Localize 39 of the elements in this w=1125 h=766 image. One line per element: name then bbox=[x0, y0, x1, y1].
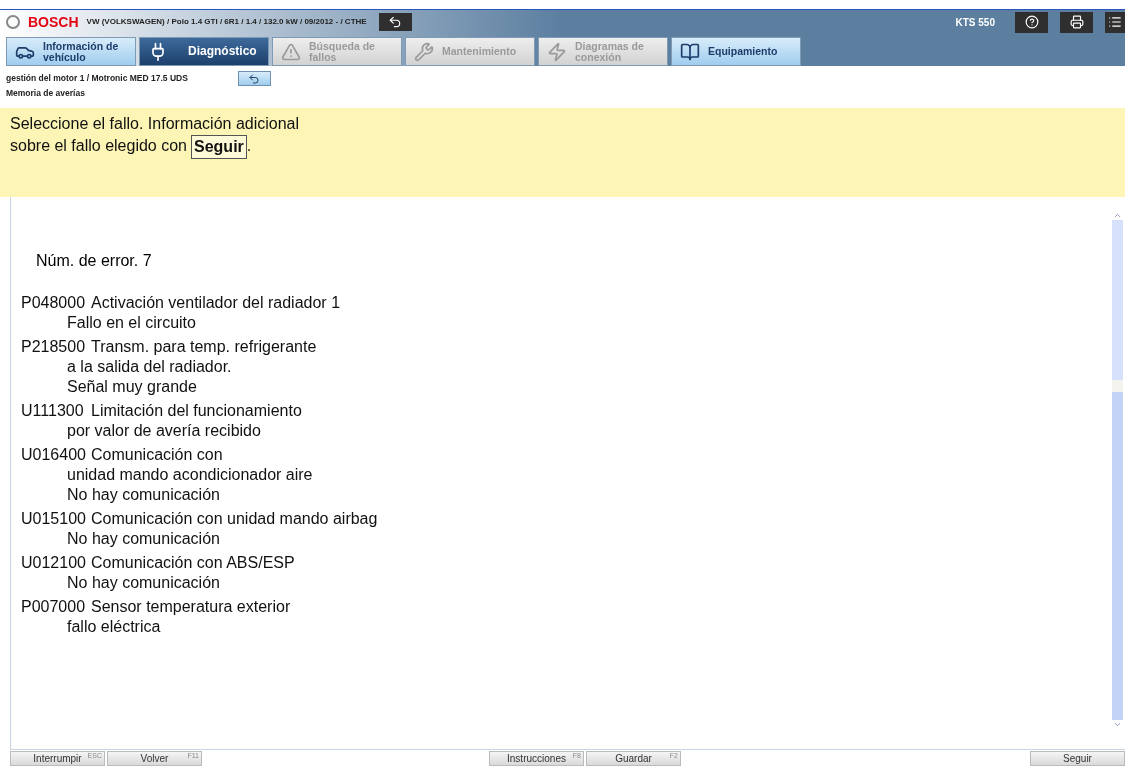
vehicle-title: VW (VOLKSWAGEN) / Polo 1.4 GTI / 6R1 / 1.4 / 132.0 kW / 09/2012 - / CTHE bbox=[86, 16, 367, 28]
undo-arrow-icon bbox=[388, 15, 403, 29]
error-entry[interactable]: P048000 Activación ventilador del radiador 1 Fallo en el circuito bbox=[21, 292, 1112, 333]
error-entry[interactable]: U016400 Comunicación con unidad mando acondicionador aire No hay comunicación bbox=[21, 444, 1112, 505]
back-button[interactable] bbox=[237, 71, 271, 86]
error-entry[interactable]: U015100 Comunicación con unidad mando airbag No hay comunicación bbox=[21, 508, 1112, 549]
scrollbar-thumb[interactable] bbox=[1112, 219, 1123, 380]
help-button[interactable] bbox=[1015, 11, 1048, 33]
period-text: . bbox=[246, 135, 252, 156]
nav-tab[interactable]: Equipamiento bbox=[671, 37, 801, 66]
scroll-down-icon[interactable] bbox=[1113, 720, 1122, 729]
printer-icon bbox=[1069, 15, 1084, 29]
brand-name: BOSCH bbox=[28, 12, 79, 32]
footer-button[interactable]: Seguir bbox=[1030, 751, 1125, 766]
warning-icon bbox=[281, 41, 301, 62]
logo-icon bbox=[6, 15, 20, 29]
error-entry[interactable]: P218500 Transm. para temp. refrigerante a la salida del radiador. Señal muy grande bbox=[21, 336, 1112, 397]
help-icon bbox=[1024, 15, 1039, 29]
list-button[interactable] bbox=[1105, 11, 1125, 33]
back-button[interactable] bbox=[378, 13, 412, 31]
key-label: Seguir bbox=[191, 134, 247, 159]
instruction-text: sobre el fallo elegido con bbox=[10, 135, 187, 156]
section-title: Memoria de averías bbox=[5, 87, 86, 100]
breadcrumb: gestión del motor 1 / Motronic MED 17.5 UDS bbox=[6, 72, 188, 85]
wrench-icon bbox=[414, 41, 434, 62]
list-icon bbox=[1108, 15, 1122, 29]
error-entry[interactable]: P007000 Sensor temperatura exterior fallo eléctrica bbox=[21, 596, 1112, 637]
book-icon bbox=[680, 41, 700, 62]
lightning-icon bbox=[547, 41, 567, 62]
nav-tab[interactable]: Información de vehículo bbox=[6, 37, 136, 66]
instruction-text: Seleccione el fallo. Información adicional bbox=[10, 113, 300, 134]
undo-arrow-icon bbox=[248, 72, 261, 85]
error-entry[interactable]: U012100 Comunicación con ABS/ESP No hay comunicación bbox=[21, 552, 1112, 593]
error-entry[interactable]: U111300 Limitación del funcionamiento por valor de avería recibido bbox=[21, 400, 1112, 441]
device-name: KTS 550 bbox=[955, 15, 995, 30]
print-button[interactable] bbox=[1060, 11, 1093, 33]
error-count: Núm. de error. 7 bbox=[36, 250, 153, 271]
nav-tab[interactable]: Diagnóstico bbox=[139, 37, 269, 66]
scrollbar-thumb[interactable] bbox=[1112, 391, 1123, 720]
